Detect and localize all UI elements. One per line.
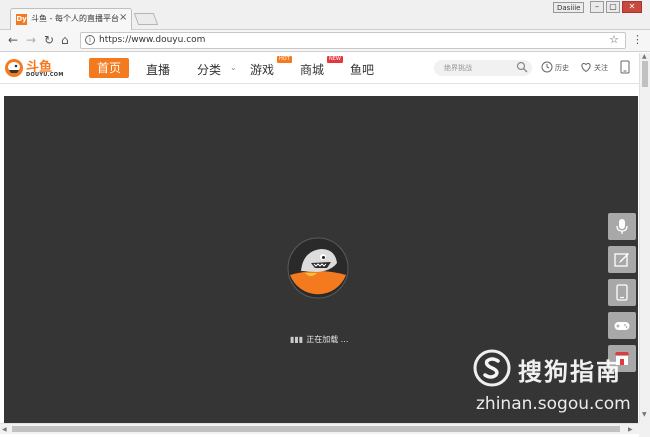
forward-arrow-icon[interactable]: →: [26, 33, 36, 47]
site-search-input[interactable]: 绝界挑战: [434, 60, 532, 76]
mobile-icon[interactable]: [620, 60, 630, 74]
nav-mall[interactable]: 商城: [300, 61, 324, 78]
scrollbar-corner: [639, 423, 650, 437]
nav-home[interactable]: 首页: [89, 58, 129, 78]
scroll-right-icon[interactable]: ▶: [628, 426, 633, 433]
new-badge: NEW: [327, 56, 343, 63]
douyu-logo[interactable]: 斗鱼 DOUYU.COM: [4, 56, 63, 82]
profile-badge[interactable]: Dasiiie: [553, 2, 585, 13]
watermark-url: zhinan.sogou.com: [476, 394, 631, 414]
watermark-title: 搜狗指南: [518, 358, 622, 386]
home-icon[interactable]: ⌂: [61, 33, 69, 47]
feedback-button[interactable]: [608, 246, 636, 273]
reload-icon[interactable]: ↻: [44, 33, 54, 47]
sogou-logo-icon: [473, 349, 511, 387]
nav-live[interactable]: 直播: [146, 61, 170, 78]
follow-link[interactable]: 关注: [594, 63, 608, 73]
hot-badge: HOT: [277, 56, 292, 63]
voice-button[interactable]: [608, 213, 636, 240]
scroll-left-icon[interactable]: ◀: [2, 426, 7, 433]
horizontal-scroll-thumb[interactable]: [12, 426, 620, 432]
browser-titlebar: Dy 斗鱼 - 每个人的直播平台 × Dasiiie – ▢ ✕: [0, 0, 650, 30]
back-arrow-icon[interactable]: ←: [8, 33, 18, 47]
tab-close-icon[interactable]: ×: [119, 12, 127, 23]
loading-mascot-icon: [287, 237, 349, 299]
scroll-up-icon[interactable]: ▲: [642, 53, 647, 60]
nav-category[interactable]: 分类: [197, 61, 221, 78]
heart-icon[interactable]: [580, 61, 592, 73]
info-icon[interactable]: i: [85, 35, 95, 45]
loading-text: 正在加载 ...: [306, 335, 349, 344]
history-link[interactable]: 历史: [555, 63, 569, 73]
loading-status: ▮▮▮ 正在加载 ...: [290, 334, 348, 345]
microphone-icon: [616, 219, 628, 234]
minimize-icon[interactable]: –: [590, 1, 604, 13]
logo-subtext: DOUYU.COM: [26, 72, 64, 78]
nav-fishbar[interactable]: 鱼吧: [350, 61, 374, 78]
vertical-scroll-thumb[interactable]: [642, 61, 648, 87]
vertical-scrollbar[interactable]: ▲ ▼: [639, 53, 650, 423]
browser-toolbar: ← → ↻ ⌂ i https://www.douyu.com ☆ ⋮: [0, 30, 650, 52]
edit-icon: [614, 253, 629, 267]
browser-tab[interactable]: Dy 斗鱼 - 每个人的直播平台 ×: [10, 8, 132, 30]
search-icon[interactable]: [516, 61, 528, 73]
history-clock-icon[interactable]: [541, 61, 553, 73]
phone-icon: [616, 284, 628, 301]
horizontal-scrollbar[interactable]: ◀ ▶: [0, 423, 639, 434]
fish-logo-icon: [5, 59, 23, 77]
chevron-down-icon[interactable]: ⌄: [230, 63, 237, 72]
game-center-button[interactable]: [608, 312, 636, 339]
new-tab-button[interactable]: [133, 13, 159, 25]
address-input[interactable]: i https://www.douyu.com ☆: [80, 32, 626, 49]
nav-games[interactable]: 游戏: [250, 61, 274, 78]
gamepad-icon: [614, 322, 630, 330]
tab-title: 斗鱼 - 每个人的直播平台: [31, 14, 119, 23]
site-header: 斗鱼 DOUYU.COM 首页 直播 分类 ⌄ 游戏 HOT 商城 NEW 鱼吧…: [0, 53, 640, 84]
url-text: https://www.douyu.com: [99, 35, 206, 45]
star-icon[interactable]: ☆: [609, 33, 619, 46]
signal-bars-icon: ▮▮▮: [290, 335, 304, 344]
maximize-icon[interactable]: ▢: [606, 1, 620, 13]
douyu-favicon-icon: Dy: [16, 14, 27, 25]
search-placeholder: 绝界挑战: [444, 64, 472, 72]
scroll-down-icon[interactable]: ▼: [642, 411, 647, 418]
mobile-app-button[interactable]: [608, 279, 636, 306]
menu-dots-icon[interactable]: ⋮: [632, 33, 643, 46]
window-close-icon[interactable]: ✕: [622, 1, 642, 13]
